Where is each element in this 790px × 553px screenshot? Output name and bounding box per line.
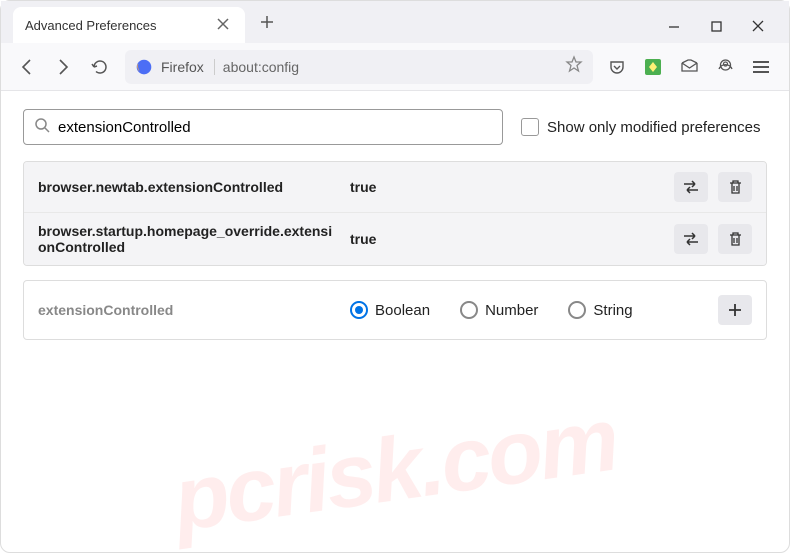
close-tab-icon[interactable] [217, 17, 233, 33]
browser-tab[interactable]: Advanced Preferences [13, 7, 245, 43]
maximize-button[interactable] [707, 17, 725, 35]
toggle-button[interactable] [674, 224, 708, 254]
radio-string[interactable]: String [568, 301, 632, 319]
radio-icon [460, 301, 478, 319]
window-controls [665, 17, 781, 43]
pref-actions [674, 224, 752, 254]
close-window-button[interactable] [749, 17, 767, 35]
url-text: about:config [223, 59, 557, 75]
toolbar-actions [603, 53, 779, 81]
checkbox-label: Show only modified preferences [547, 119, 760, 136]
identity-label: Firefox [161, 59, 215, 75]
prefs-table: browser.newtab.extensionControlled true … [23, 161, 767, 266]
pref-name: browser.newtab.extensionControlled [38, 179, 338, 195]
pref-row: browser.startup.homepage_override.extens… [24, 213, 766, 265]
radio-icon [568, 301, 586, 319]
new-tab-button[interactable] [259, 14, 275, 35]
new-pref-name: extensionControlled [38, 302, 338, 318]
reload-button[interactable] [83, 51, 115, 83]
radio-boolean[interactable]: Boolean [350, 301, 430, 319]
mail-icon[interactable] [675, 53, 703, 81]
forward-button[interactable] [47, 51, 79, 83]
radio-label: Number [485, 302, 538, 319]
search-box[interactable] [23, 109, 503, 145]
new-pref-row: extensionControlled Boolean Number Strin… [23, 280, 767, 340]
profile-icon[interactable] [711, 53, 739, 81]
type-radio-group: Boolean Number String [350, 301, 706, 319]
search-row: Show only modified preferences [23, 109, 767, 145]
toggle-button[interactable] [674, 172, 708, 202]
pref-value: true [350, 179, 662, 195]
minimize-button[interactable] [665, 17, 683, 35]
radio-number[interactable]: Number [460, 301, 538, 319]
menu-button[interactable] [747, 53, 775, 81]
delete-button[interactable] [718, 224, 752, 254]
content-area: Show only modified preferences browser.n… [1, 91, 789, 358]
back-button[interactable] [11, 51, 43, 83]
search-input[interactable] [58, 119, 492, 136]
extension-icon[interactable] [639, 53, 667, 81]
address-bar[interactable]: Firefox about:config [125, 50, 593, 84]
show-modified-checkbox[interactable]: Show only modified preferences [521, 118, 760, 136]
search-icon [34, 117, 50, 138]
pocket-icon[interactable] [603, 53, 631, 81]
bookmark-star-icon[interactable] [565, 55, 583, 78]
delete-button[interactable] [718, 172, 752, 202]
pref-name: browser.startup.homepage_override.extens… [38, 223, 338, 255]
pref-actions [674, 172, 752, 202]
titlebar: Advanced Preferences [1, 1, 789, 43]
pref-value: true [350, 231, 662, 247]
radio-icon [350, 301, 368, 319]
pref-row: browser.newtab.extensionControlled true [24, 162, 766, 213]
checkbox-icon [521, 118, 539, 136]
tab-title: Advanced Preferences [25, 18, 157, 33]
radio-label: String [593, 302, 632, 319]
browser-toolbar: Firefox about:config [1, 43, 789, 91]
watermark: pcrisk.com [167, 389, 622, 553]
add-pref-button[interactable] [718, 295, 752, 325]
firefox-icon [135, 58, 153, 76]
radio-label: Boolean [375, 302, 430, 319]
